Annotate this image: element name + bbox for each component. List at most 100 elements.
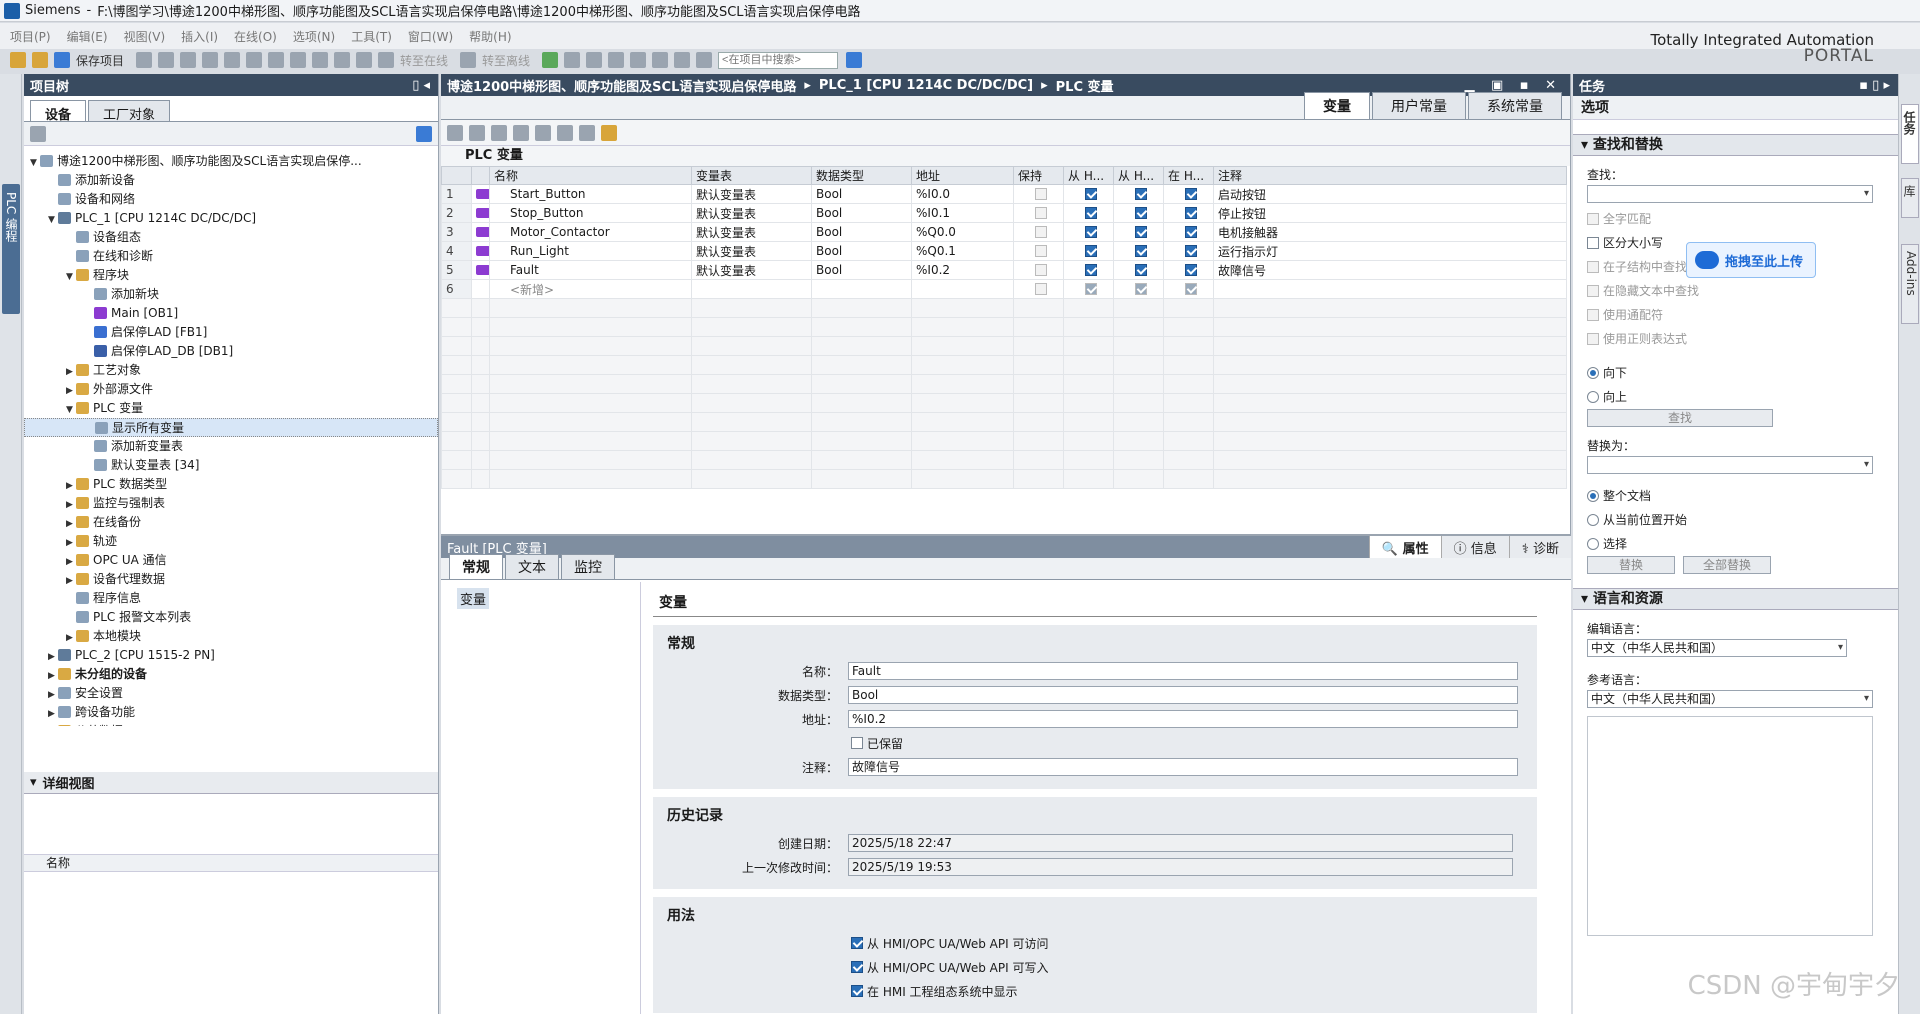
new-project-icon[interactable]	[10, 52, 26, 68]
tag-name-cell[interactable]: Run_Light	[489, 241, 692, 261]
search-icon[interactable]	[846, 52, 863, 68]
hmi-checkbox[interactable]	[1134, 207, 1147, 219]
column-header[interactable]: 地址	[911, 166, 1014, 185]
address-cell[interactable]: %I0.0	[911, 184, 1014, 204]
print-icon[interactable]	[136, 52, 153, 68]
replace-all-button[interactable]: 全部替换	[1683, 556, 1771, 574]
retain-checkbox[interactable]	[1034, 188, 1047, 200]
add-row-icon[interactable]	[469, 124, 485, 141]
retain-checkbox[interactable]	[1034, 283, 1047, 295]
data-type-cell[interactable]	[811, 279, 912, 299]
tag-name-cell[interactable]: <新增>	[489, 279, 692, 299]
find-option-checkbox[interactable]	[1587, 309, 1599, 321]
hmi-checkbox[interactable]	[1134, 188, 1147, 200]
menu-item-4[interactable]: 在线(O)	[234, 28, 277, 45]
retain-checkbox[interactable]	[1034, 245, 1047, 257]
address-cell[interactable]: %Q0.1	[911, 241, 1014, 261]
compile-icon[interactable]	[290, 52, 307, 68]
tree-item[interactable]: 在线和诊断	[24, 247, 438, 266]
tab-diagnostics[interactable]: ⚕ 诊断	[1508, 536, 1571, 558]
column-header[interactable]	[441, 166, 472, 185]
tab-devices[interactable]: 设备	[30, 100, 87, 123]
edit-language-select[interactable]: 中文（中华人民共和国）	[1587, 639, 1847, 657]
column-header[interactable]: 数据类型	[811, 166, 912, 185]
tag-table-cell[interactable]: 默认变量表	[691, 260, 812, 280]
hmi-checkbox[interactable]	[1134, 264, 1147, 276]
tag-table-cell[interactable]: 默认变量表	[691, 222, 812, 242]
hmi-checkbox[interactable]	[1184, 188, 1197, 200]
filter-columns-icon[interactable]	[557, 124, 573, 141]
menu-item-8[interactable]: 帮助(H)	[469, 28, 511, 45]
stop-cpu-icon[interactable]	[586, 52, 603, 68]
tag-table-cell[interactable]: 默认变量表	[691, 184, 812, 204]
address-field[interactable]: %I0.2	[848, 710, 1518, 728]
column-header[interactable]: 变量表	[691, 166, 812, 185]
replace-button[interactable]: 替换	[1587, 556, 1675, 574]
tree-item[interactable]: ▼ PLC_1 [CPU 1214C DC/DC/DC]	[24, 209, 438, 228]
tree-item[interactable]: ▶ 安全设置	[24, 684, 438, 703]
tree-item[interactable]: ▶ 公共数据	[24, 722, 438, 726]
tree-item[interactable]: 添加新设备	[24, 171, 438, 190]
tree-item[interactable]: 显示所有变量	[24, 418, 438, 437]
tag-table-cell[interactable]: 默认变量表	[691, 241, 812, 261]
table-row[interactable]: 1 Start_Button 默认变量表 Bool %I0.0 启动按钮	[441, 184, 1567, 204]
breadcrumb-plc-tags[interactable]: PLC 变量	[1056, 76, 1114, 95]
breadcrumb-project[interactable]: 博途1200中梯形图、顺序功能图及SCL语言实现启保停电路	[447, 76, 796, 95]
comment-cell[interactable]: 故障信号	[1213, 260, 1567, 280]
address-cell[interactable]: %I0.2	[911, 260, 1014, 280]
hmi-checkbox[interactable]	[1184, 226, 1197, 238]
reference-language-select[interactable]: 中文（中华人民共和国）	[1587, 690, 1873, 708]
tree-view-icon[interactable]	[416, 126, 432, 142]
hmi-checkbox[interactable]	[1084, 226, 1097, 238]
address-cell[interactable]: %Q0.0	[911, 222, 1014, 242]
tree-item[interactable]: PLC 报警文本列表	[24, 608, 438, 627]
column-header[interactable]: 保持	[1013, 166, 1064, 185]
retain-checkbox[interactable]	[1034, 264, 1047, 276]
hmi-checkbox[interactable]	[1134, 283, 1147, 295]
tree-item[interactable]: ▶ 外部源文件	[24, 380, 438, 399]
tree-item[interactable]: ▶ 设备代理数据	[24, 570, 438, 589]
find-option-checkbox[interactable]	[1587, 237, 1599, 249]
column-header[interactable]: 从 H...	[1113, 166, 1164, 185]
find-option-checkbox[interactable]	[1587, 213, 1599, 225]
tree-item[interactable]: Main [OB1]	[24, 304, 438, 323]
accessible-devices-icon[interactable]	[542, 52, 559, 68]
tree-item[interactable]: ▼ 程序块	[24, 266, 438, 285]
table-row[interactable]: 3 Motor_Contactor 默认变量表 Bool %Q0.0 电机接触器	[441, 222, 1567, 242]
tag-name-cell[interactable]: Motor_Contactor	[489, 222, 692, 242]
go-offline-button[interactable]: 转至离线	[482, 52, 530, 69]
open-project-icon[interactable]	[32, 52, 48, 68]
table-row[interactable]: 5 Fault 默认变量表 Bool %I0.2 故障信号	[441, 260, 1567, 280]
comment-cell[interactable]: 启动按钮	[1213, 184, 1567, 204]
hmi-checkbox[interactable]	[1134, 226, 1147, 238]
cut-icon[interactable]	[158, 52, 175, 68]
column-header[interactable]	[471, 166, 490, 185]
tag-name-cell[interactable]: Stop_Button	[489, 203, 692, 223]
insert-row-icon[interactable]	[447, 124, 463, 141]
tab-properties[interactable]: 🔍 属性	[1368, 536, 1441, 558]
menu-item-6[interactable]: 工具(T)	[351, 28, 392, 45]
tree-item[interactable]: ▶ 未分组的设备	[24, 665, 438, 684]
menu-item-1[interactable]: 编辑(E)	[67, 28, 108, 45]
vtab-tasks[interactable]: 任务	[1901, 104, 1919, 164]
hmi-checkbox[interactable]	[1134, 245, 1147, 257]
table-row[interactable]: 6 <新增>	[441, 279, 1567, 299]
tag-name-cell[interactable]: Start_Button	[489, 184, 692, 204]
nav-item-tag[interactable]: 变量	[457, 588, 490, 609]
find-option-checkbox[interactable]	[1587, 333, 1599, 345]
tree-item[interactable]: ▼ 博途1200中梯形图、顺序功能图及SCL语言实现启保停...	[24, 152, 438, 171]
start-cpu-icon[interactable]	[564, 52, 581, 68]
column-header[interactable]: 注释	[1213, 166, 1567, 185]
subtab-text[interactable]: 文本	[505, 554, 559, 579]
redo-icon[interactable]	[268, 52, 285, 68]
data-type-cell[interactable]: Bool	[811, 260, 912, 280]
tab-plant-objects[interactable]: 工厂对象	[88, 100, 171, 123]
tree-item[interactable]: 添加新块	[24, 285, 438, 304]
find-option-checkbox[interactable]	[1587, 261, 1599, 273]
scope-current-radio[interactable]	[1587, 514, 1599, 526]
split-vertical-icon[interactable]	[652, 52, 669, 68]
go-online-icon[interactable]	[378, 52, 395, 68]
subtab-general[interactable]: 常规	[449, 554, 503, 579]
data-type-cell[interactable]: Bool	[811, 222, 912, 242]
find-replace-section[interactable]: ▾ 查找和替换	[1573, 134, 1898, 156]
